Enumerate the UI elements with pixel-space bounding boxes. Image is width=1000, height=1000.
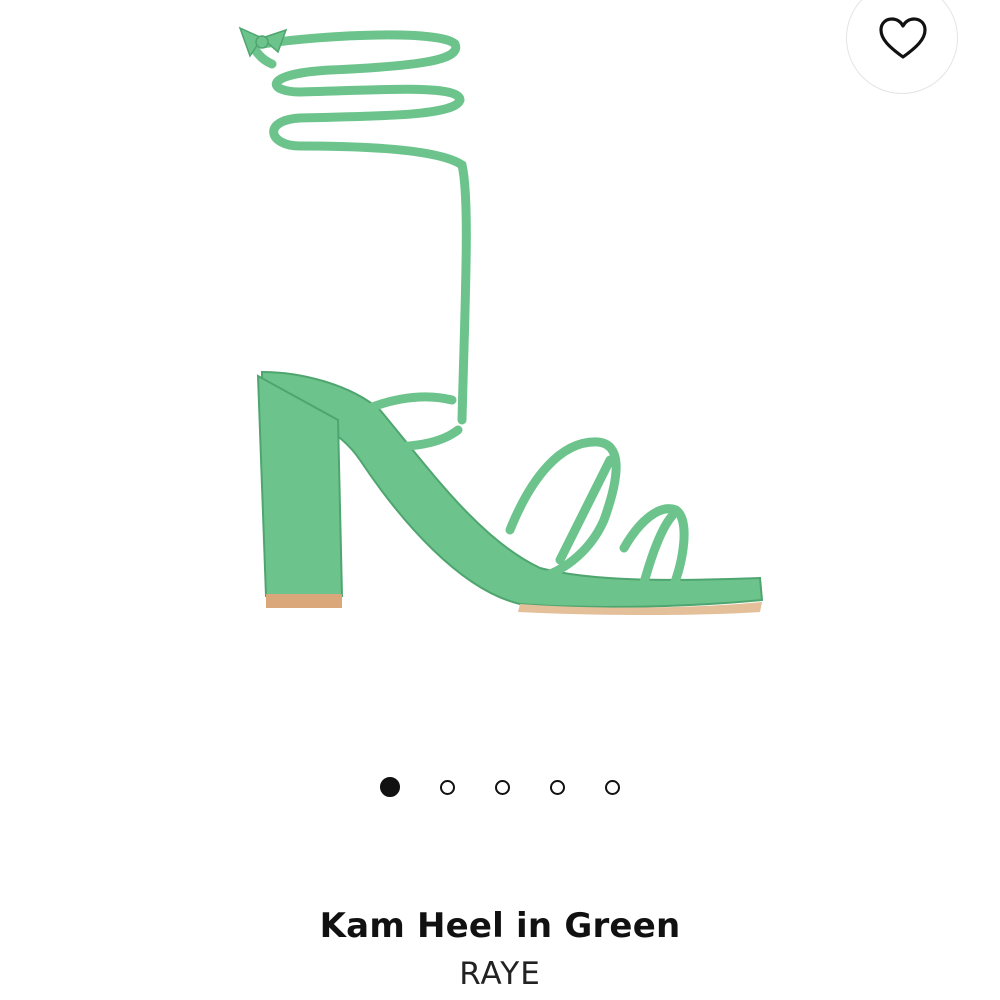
heart-outline-icon bbox=[879, 17, 927, 59]
brand-link[interactable]: RAYE bbox=[0, 956, 1000, 992]
pager-dot-4[interactable] bbox=[550, 779, 565, 795]
pager-dot-5[interactable] bbox=[605, 779, 620, 795]
sandal-illustration bbox=[238, 26, 764, 615]
product-image[interactable] bbox=[0, 0, 1000, 740]
image-carousel-pager bbox=[0, 775, 1000, 799]
pager-dot-1[interactable] bbox=[380, 777, 400, 797]
product-title: Kam Heel in Green bbox=[319, 906, 681, 946]
pager-dot-2[interactable] bbox=[440, 779, 455, 795]
pager-dot-3[interactable] bbox=[495, 779, 510, 795]
